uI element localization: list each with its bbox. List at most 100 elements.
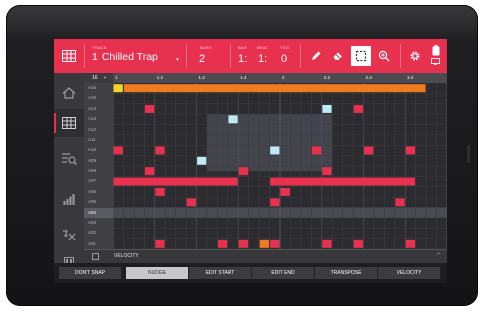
step-resolution[interactable]: 16 ▼ (84, 73, 113, 83)
note-block[interactable] (113, 177, 238, 186)
header-divider (230, 44, 231, 68)
pad-key-a16[interactable]: A16 (84, 83, 113, 93)
note-block[interactable] (322, 167, 332, 176)
pad-key-a15[interactable]: A15 (84, 93, 113, 103)
sidebar-item-home[interactable] (54, 79, 84, 107)
header-divider (400, 44, 401, 68)
note-block[interactable] (395, 198, 405, 207)
note-block[interactable] (217, 239, 228, 248)
pad-key-a07[interactable]: A07 (84, 176, 113, 186)
chevron-up-icon[interactable]: ⌃ (436, 252, 441, 259)
note-grid[interactable] (112, 82, 447, 250)
pad-key-a03[interactable]: A03 (84, 218, 113, 228)
tick-label: TICK (280, 45, 290, 50)
note-block[interactable] (238, 239, 249, 248)
note-block[interactable] (155, 187, 165, 196)
bar-label: BAR (238, 45, 247, 50)
pad-list: A16 A15 A14 A13 A12 A11 A10 A09 A08 A07 A06 A05 A04 A… (84, 83, 113, 249)
track-label: TRACK (92, 45, 107, 50)
note-block[interactable] (405, 146, 416, 155)
timeline-ruler[interactable]: 16 ▼ 1 1.2 1.3 1.4 2 2.2 2.3 2.4 (84, 73, 447, 83)
pad-key-a11[interactable]: A11 (84, 135, 113, 145)
tick-value[interactable]: 0 (281, 53, 287, 65)
pad-key-a06[interactable]: A06 (84, 187, 113, 197)
note-block[interactable] (186, 198, 196, 207)
dont-snap-button[interactable]: DON'T SNAP (59, 267, 122, 279)
bars-value[interactable]: 2 (199, 53, 205, 65)
note-block[interactable] (280, 187, 290, 196)
note-block[interactable] (124, 84, 426, 93)
nudge-button[interactable]: NUDGE (126, 267, 189, 279)
note-block[interactable] (322, 239, 332, 248)
note-block[interactable] (197, 156, 207, 165)
pad-key-a08[interactable]: A08 (84, 166, 113, 176)
pad-key-a04[interactable]: A04 (84, 207, 113, 218)
note-block[interactable] (270, 177, 416, 186)
zoom-tool-button[interactable] (374, 46, 394, 66)
note-block[interactable] (405, 239, 416, 248)
note-block[interactable] (311, 146, 322, 155)
edit-start-button[interactable]: EDIT START (189, 267, 252, 279)
select-tool-button[interactable] (351, 46, 371, 66)
sidebar-item-grid[interactable] (54, 109, 84, 137)
device-button (467, 145, 470, 163)
note-block[interactable] (259, 239, 269, 248)
pad-key-a05[interactable]: A05 (84, 197, 113, 207)
eraser-tool-button[interactable] (328, 46, 348, 66)
note-block[interactable] (270, 239, 280, 248)
note-block[interactable] (353, 239, 363, 248)
edit-end-button[interactable]: EDIT END (252, 267, 315, 279)
ruler-marker: 2.2 (323, 75, 331, 80)
note-block[interactable] (238, 167, 249, 176)
track-name: Chilled Trap (101, 51, 158, 63)
ruler-marker: 2 (282, 75, 285, 80)
velocity-label: VELOCITY (114, 253, 139, 259)
beat-label: BEAT (257, 45, 268, 50)
note-block[interactable] (322, 104, 332, 113)
pad-key-a13[interactable]: A13 (84, 114, 113, 124)
ruler-marker: 1.4 (240, 75, 247, 80)
note-block[interactable] (144, 104, 155, 113)
note-block[interactable] (113, 84, 123, 93)
note-block[interactable] (155, 239, 165, 248)
bar-value[interactable]: 1: (238, 53, 247, 65)
note-block[interactable] (144, 167, 155, 176)
ruler-marker: 2.4 (407, 75, 414, 80)
pencil-tool-button[interactable] (306, 46, 326, 66)
ruler-marker: 2.3 (365, 75, 372, 80)
beat-value[interactable]: 1: (258, 53, 267, 65)
pad-key-a09[interactable]: A09 (84, 156, 113, 166)
note-block[interactable] (155, 146, 165, 155)
automation-icon (63, 230, 76, 241)
battery-icon (432, 45, 440, 56)
sidebar (54, 73, 84, 283)
velocity-button[interactable]: VELOCITY (378, 267, 441, 279)
pad-key-a02[interactable]: A02 (84, 228, 113, 238)
header-divider (186, 44, 187, 68)
note-grid-canvas[interactable] (112, 82, 447, 250)
header-divider (84, 44, 85, 68)
velocity-lane[interactable]: VELOCITY ⌃ (84, 249, 447, 263)
sidebar-item-levels[interactable] (54, 185, 84, 213)
note-block[interactable] (270, 146, 280, 155)
note-block[interactable] (353, 104, 363, 113)
pad-key-a14[interactable]: A14 (84, 104, 113, 114)
note-block[interactable] (113, 146, 123, 155)
pad-key-a12[interactable]: A12 (84, 125, 113, 135)
note-block[interactable] (364, 146, 374, 155)
sidebar-item-automation[interactable] (54, 221, 84, 249)
bars-label: BARS (200, 45, 212, 50)
track-selector[interactable]: 1 Chilled Trap (92, 51, 158, 63)
ruler-marker: 1.2 (156, 75, 164, 80)
note-block[interactable] (228, 115, 238, 124)
home-icon (62, 87, 76, 99)
sidebar-item-list-search[interactable] (54, 145, 84, 173)
grid-view-button[interactable] (54, 39, 84, 73)
settings-button[interactable] (405, 46, 425, 66)
transpose-button[interactable]: TRANSPOSE (315, 267, 378, 279)
grid-icon (62, 50, 76, 62)
note-block[interactable] (270, 198, 280, 207)
pad-key-a01[interactable]: A01 (84, 239, 113, 249)
select-icon (355, 50, 367, 62)
pad-key-a10[interactable]: A10 (84, 145, 113, 155)
